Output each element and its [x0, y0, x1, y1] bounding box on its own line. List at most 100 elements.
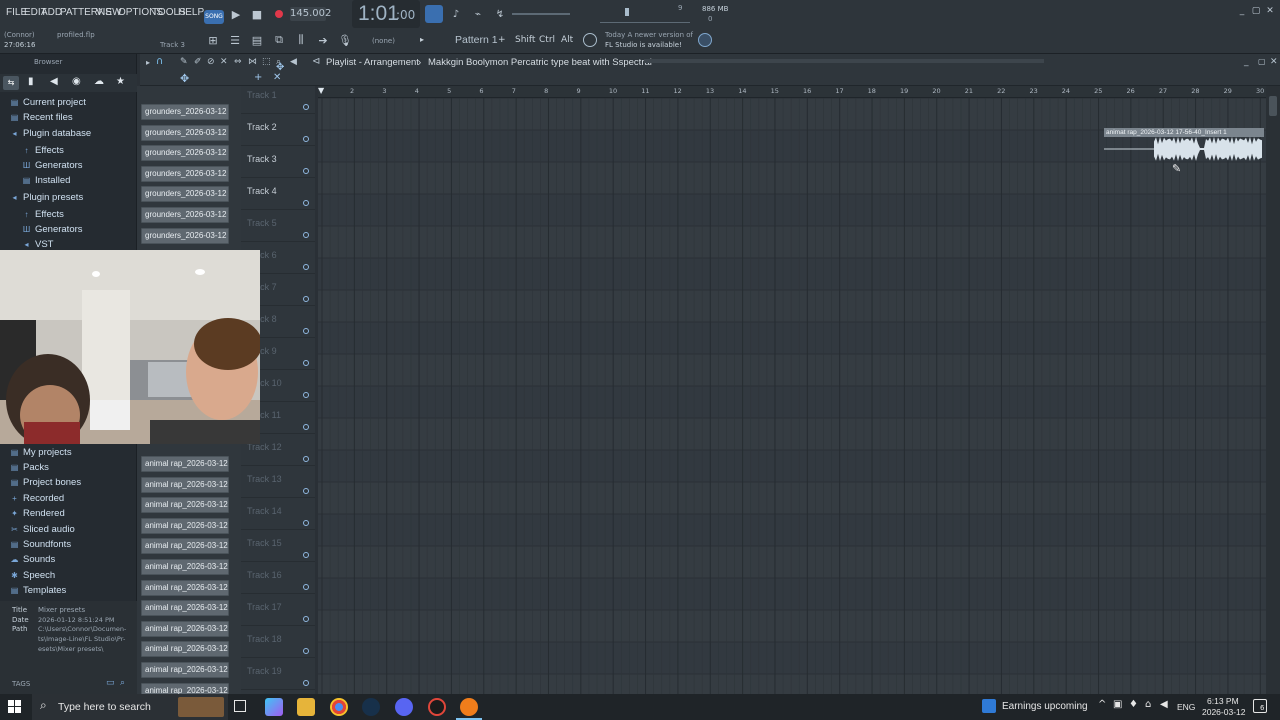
chrome-icon[interactable]: [330, 698, 348, 716]
playlist-close-icon[interactable]: ✕: [1270, 57, 1278, 67]
track-mute-icon[interactable]: [303, 616, 309, 622]
notification-icon[interactable]: 6: [1253, 699, 1267, 713]
snap-icon[interactable]: ⊞: [206, 33, 220, 47]
shift-button[interactable]: Shift: [515, 35, 535, 45]
close-icon[interactable]: ✕: [1264, 6, 1276, 16]
tray-date[interactable]: 2026-03-12: [1202, 707, 1245, 717]
news-widget-text[interactable]: Earnings upcoming: [1002, 701, 1088, 712]
track-mute-icon[interactable]: [303, 136, 309, 142]
minimize-icon[interactable]: _: [1236, 6, 1248, 16]
clip-item[interactable]: grounders_2026-03-12 1...: [141, 145, 229, 162]
file-explorer-icon[interactable]: [297, 698, 315, 716]
playlist-minimize-icon[interactable]: _: [1244, 57, 1249, 67]
slip-tool-icon[interactable]: ⇔: [234, 57, 242, 67]
track-header[interactable]: Track 1: [241, 82, 315, 114]
track-mute-icon[interactable]: [303, 296, 309, 302]
browser-item-current-project[interactable]: ▤ Current project: [10, 97, 86, 108]
discord-icon[interactable]: [395, 698, 413, 716]
windows-start-icon[interactable]: [8, 700, 22, 714]
image-line-logo-icon[interactable]: [698, 33, 712, 47]
track-header[interactable]: Track 16: [241, 562, 315, 594]
draw-tool-icon[interactable]: ✎: [180, 57, 188, 67]
browser-item-sounds[interactable]: ☁ Sounds: [10, 554, 56, 565]
browser-item-vst[interactable]: ◂ VST: [22, 239, 53, 250]
track-name[interactable]: Track 16: [247, 570, 282, 580]
browser-item-installed[interactable]: ▤ Installed: [22, 175, 71, 186]
clip-item[interactable]: grounders_2026-03-12 1...: [141, 207, 229, 223]
move-icon[interactable]: ✥: [276, 62, 284, 73]
microphone-icon[interactable]: 🎙: [338, 33, 352, 47]
browser-item-templates[interactable]: ▤ Templates: [10, 585, 67, 596]
menu-add[interactable]: ADD: [41, 7, 62, 18]
browser-speaker-icon[interactable]: ◀: [50, 76, 58, 87]
track-name[interactable]: Track 17: [247, 602, 282, 612]
browser-item-recorded[interactable]: + Recorded: [10, 493, 64, 504]
add-pattern-icon[interactable]: +: [498, 35, 506, 45]
master-volume-slider[interactable]: [512, 13, 570, 15]
track-header[interactable]: Track 4: [241, 178, 315, 210]
alt-button[interactable]: Alt: [561, 35, 573, 45]
track-mute-icon[interactable]: [303, 200, 309, 206]
clip-item[interactable]: animal rap_2026-03-12...: [141, 497, 229, 514]
horizontal-scroll-overview[interactable]: [644, 59, 1044, 63]
browser-cloud-icon[interactable]: ☁: [94, 76, 104, 87]
track-header[interactable]: Track 17: [241, 594, 315, 626]
piano-roll-icon[interactable]: ▤: [250, 33, 264, 47]
browser-item-project-bones[interactable]: ▤ Project bones: [10, 477, 81, 488]
track-name[interactable]: Track 19: [247, 666, 282, 676]
track-name[interactable]: Track 5: [247, 218, 277, 228]
playlist-maximize-icon[interactable]: ▢: [1258, 57, 1266, 66]
track-header[interactable]: Track 14: [241, 498, 315, 530]
loop-record-icon[interactable]: ↯: [491, 5, 509, 23]
timeline-ruler[interactable]: 2 3 4 5 6 7 8 9 10 11 12 13 14 15 16 17 18 19 20 21 22 23 24 25…: [318, 86, 1266, 98]
track-mute-icon[interactable]: [303, 264, 309, 270]
mute-tool-icon[interactable]: ✕: [220, 57, 228, 67]
track-mute-icon[interactable]: [303, 680, 309, 686]
tray-volume-icon[interactable]: ◀: [1160, 699, 1168, 710]
track-mute-icon[interactable]: [303, 488, 309, 494]
delete-tool-icon[interactable]: ⊘: [207, 57, 215, 67]
news-gear-icon[interactable]: [583, 33, 597, 47]
track-mute-icon[interactable]: [303, 456, 309, 462]
track-name[interactable]: Track 3: [247, 154, 277, 164]
track-name[interactable]: Track 15: [247, 538, 282, 548]
paint-tool-icon[interactable]: ✐: [194, 57, 202, 67]
menu-help[interactable]: HELP: [178, 7, 204, 18]
browser-item-effects[interactable]: ↑ Effects: [22, 145, 64, 156]
metronome-icon[interactable]: ♪: [447, 5, 465, 23]
browser-item-my-projects[interactable]: ▤ My projects: [10, 447, 72, 458]
tag-folder-icon[interactable]: ▭: [106, 678, 115, 688]
playlist-grid[interactable]: animat rap_2026-03-12 17-56-40_Insert 1 …: [318, 86, 1266, 694]
browser-item-speech[interactable]: ✱ Speech: [10, 570, 55, 581]
tray-camera-icon[interactable]: ▣: [1113, 699, 1122, 710]
task-view-icon[interactable]: [234, 700, 246, 712]
vertical-scrollbar[interactable]: [1266, 86, 1280, 694]
clip-item[interactable]: animal rap_2026-03-12...: [141, 456, 229, 472]
fl-studio-icon[interactable]: [460, 698, 478, 716]
clip-item[interactable]: grounders_2026-03-12 1...: [141, 104, 229, 120]
track-mute-icon[interactable]: [303, 552, 309, 558]
track-mute-icon[interactable]: [303, 584, 309, 590]
track-name[interactable]: Track 4: [247, 186, 277, 196]
maximize-icon[interactable]: ▢: [1250, 6, 1262, 16]
track-mute-icon[interactable]: [303, 424, 309, 430]
clip-item[interactable]: animal rap_2026-03-12...: [141, 620, 229, 637]
track-header[interactable]: Track 19: [241, 658, 315, 690]
track-header[interactable]: Track 18: [241, 626, 315, 658]
browser-item-plugin-database[interactable]: ◂ Plugin database: [10, 128, 91, 139]
browser-refresh-icon[interactable]: ◉: [72, 76, 81, 87]
play-icon[interactable]: ▶: [230, 7, 242, 21]
song-mode-toggle[interactable]: SONG: [204, 10, 224, 24]
track-header[interactable]: Track 5: [241, 210, 315, 242]
app-icon[interactable]: [428, 698, 446, 716]
track-name[interactable]: Track 13: [247, 474, 282, 484]
playlist-back-icon[interactable]: ⊲: [312, 56, 320, 67]
tempo-display[interactable]: 145.002: [290, 7, 331, 21]
browser-back-icon[interactable]: ⇆: [3, 76, 19, 90]
track-mute-icon[interactable]: [303, 104, 309, 110]
pattern-song-icon[interactable]: [425, 5, 443, 23]
pattern-selector[interactable]: Pattern 1: [455, 34, 498, 46]
track-mute-icon[interactable]: [303, 360, 309, 366]
pattern-arrow-icon[interactable]: ▸: [420, 35, 424, 44]
tray-chevron-icon[interactable]: ^: [1098, 699, 1106, 710]
